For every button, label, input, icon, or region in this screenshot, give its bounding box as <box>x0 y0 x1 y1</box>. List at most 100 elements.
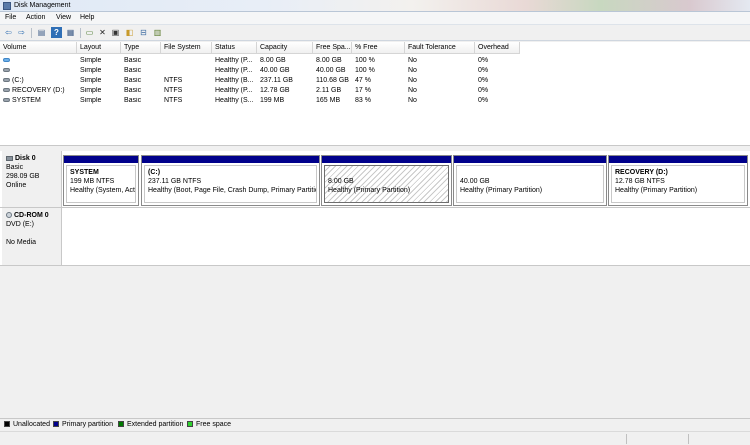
status-cell: Healthy (P... <box>215 87 253 94</box>
layout-cell: Simple <box>80 97 102 104</box>
free-space-cell: 110.68 GB <box>316 77 349 84</box>
menu-action[interactable]: Action <box>26 14 45 21</box>
partition-status: Healthy (Primary Partition) <box>460 187 543 194</box>
fault-tolerance-cell: No <box>408 77 417 84</box>
percent-free-cell: 47 % <box>355 77 371 84</box>
partition-body: 8.00 GB Healthy (Primary Partition) <box>324 165 449 203</box>
column-header-type[interactable]: Type <box>121 42 161 54</box>
volume-name-cell: RECOVERY (D:) <box>3 87 77 94</box>
partition-status: Healthy (Primary Partition) <box>615 187 698 194</box>
rescan-disks-icon[interactable]: ▥ <box>152 27 163 38</box>
new-document-icon[interactable]: ▭ <box>84 27 95 38</box>
partition-size: 40.00 GB <box>460 178 490 185</box>
partition-name: (C:) <box>148 169 161 176</box>
volume-name-cell: (C:) <box>3 77 77 84</box>
status-cell: Healthy (P... <box>215 67 253 74</box>
partition-size: 199 MB NTFS <box>70 178 115 185</box>
refresh-console-icon[interactable]: ▦ <box>65 27 76 38</box>
partition-body: (C:) 237.11 GB NTFS Healthy (Boot, Page … <box>144 165 317 203</box>
partition-name <box>328 168 445 177</box>
column-header-capacity[interactable]: Capacity <box>257 42 313 54</box>
volume-name-cell <box>3 57 77 64</box>
status-divider <box>626 434 627 444</box>
disk-0-label[interactable]: Disk 0 Basic 298.09 GB Online <box>2 151 62 207</box>
partition-c-drive[interactable]: (C:) 237.11 GB NTFS Healthy (Boot, Page … <box>141 155 320 206</box>
menu-bar: File Action View Help <box>0 12 750 25</box>
partition-status: Healthy (Boot, Page File, Crash Dump, Pr… <box>148 187 317 194</box>
column-header-fault-tolerance[interactable]: Fault Tolerance <box>405 42 475 54</box>
primary-partition-bar <box>454 156 606 163</box>
volume-name-cell <box>3 67 77 74</box>
open-folder-icon[interactable]: ◧ <box>124 27 135 38</box>
disk-0-name: Disk 0 <box>6 154 57 163</box>
column-header-free-space[interactable]: Free Spa... <box>313 42 352 54</box>
help-icon[interactable]: ? <box>51 27 62 38</box>
cd-drive-icon <box>6 212 12 219</box>
column-header-overhead[interactable]: Overhead <box>475 42 520 54</box>
partition-name: RECOVERY (D:) <box>615 169 668 176</box>
primary-partition-bar <box>609 156 747 163</box>
type-cell: Basic <box>124 87 142 94</box>
fault-tolerance-cell: No <box>408 67 417 74</box>
search-icon[interactable]: ⊟ <box>138 27 149 38</box>
window-title: Disk Management <box>14 2 71 9</box>
column-header-percent-free[interactable]: % Free <box>352 42 405 54</box>
free-space-swatch <box>187 421 193 427</box>
legend-extended-partition: Extended partition <box>118 421 183 428</box>
fault-tolerance-cell: No <box>408 57 417 64</box>
partition-status: Healthy (Primary Partition) <box>328 187 411 194</box>
partition-body: RECOVERY (D:) 12.78 GB NTFS Healthy (Pri… <box>611 165 745 203</box>
column-header-status[interactable]: Status <box>212 42 257 54</box>
menu-file[interactable]: File <box>5 14 16 21</box>
table-row[interactable]: (C:) Simple Basic NTFS Healthy (B... 237… <box>0 76 520 86</box>
partition-8gb-selected[interactable]: 8.00 GB Healthy (Primary Partition) <box>321 155 452 206</box>
cdrom-0-label[interactable]: CD-ROM 0 DVD (E:) No Media <box>2 208 62 265</box>
volume-list: Volume Layout Type File System Status Ca… <box>0 42 750 146</box>
column-header-file-system[interactable]: File System <box>161 42 212 54</box>
overhead-cell: 0% <box>478 77 489 84</box>
table-row[interactable]: SYSTEM Simple Basic NTFS Healthy (S... 1… <box>0 96 520 106</box>
properties-icon[interactable]: ▤ <box>36 27 47 38</box>
toolbar: ⇦ ⇨ ▤ ? ▦ ▭ ✕ ▣ ◧ ⊟ ▥ <box>0 25 750 41</box>
free-space-cell: 40.00 GB <box>316 67 346 74</box>
menu-help[interactable]: Help <box>80 14 94 21</box>
cdrom-0-state: No Media <box>6 239 36 246</box>
percent-free-cell: 17 % <box>355 87 371 94</box>
disk-layout-pane: Disk 0 Basic 298.09 GB Online SYSTEM 199… <box>0 150 750 412</box>
column-header-volume[interactable]: Volume <box>0 42 77 54</box>
forward-icon[interactable]: ⇨ <box>16 27 27 38</box>
legend: Unallocated Primary partition Extended p… <box>0 418 750 431</box>
partition-body: 40.00 GB Healthy (Primary Partition) <box>456 165 604 203</box>
table-row[interactable]: RECOVERY (D:) Simple Basic NTFS Healthy … <box>0 86 520 96</box>
disk-0-size: 298.09 GB <box>6 173 40 180</box>
toolbar-separator <box>31 28 32 38</box>
delete-icon[interactable]: ✕ <box>97 27 108 38</box>
layout-cell: Simple <box>80 87 102 94</box>
column-header-layout[interactable]: Layout <box>77 42 121 54</box>
menu-view[interactable]: View <box>56 14 71 21</box>
table-row[interactable]: Simple Basic Healthy (P... 40.00 GB 40.0… <box>0 66 520 76</box>
capacity-cell: 237.11 GB <box>260 77 293 84</box>
partition-recovery[interactable]: RECOVERY (D:) 12.78 GB NTFS Healthy (Pri… <box>608 155 748 206</box>
type-cell: Basic <box>124 97 142 104</box>
primary-partition-bar <box>142 156 319 163</box>
hard-disk-icon <box>6 155 13 161</box>
file-system-cell: NTFS <box>164 77 183 84</box>
cdrom-0-drive: DVD (E:) <box>6 221 34 228</box>
partition-40gb[interactable]: 40.00 GB Healthy (Primary Partition) <box>453 155 607 206</box>
type-cell: Basic <box>124 77 142 84</box>
partition-status: Healthy (System, Active, Primary Partiti… <box>70 187 135 194</box>
percent-free-cell: 100 % <box>355 57 375 64</box>
disk-0-row: Disk 0 Basic 298.09 GB Online SYSTEM 199… <box>0 151 750 208</box>
overhead-cell: 0% <box>478 67 489 74</box>
table-row[interactable]: Simple Basic Healthy (P... 8.00 GB 8.00 … <box>0 56 520 66</box>
file-system-cell: NTFS <box>164 87 183 94</box>
percent-free-cell: 83 % <box>355 97 371 104</box>
partition-system[interactable]: SYSTEM 199 MB NTFS Healthy (System, Acti… <box>63 155 139 206</box>
disk-0-type: Basic <box>6 164 24 171</box>
layout-cell: Simple <box>80 77 102 84</box>
drive-icon <box>3 88 10 93</box>
format-icon[interactable]: ▣ <box>110 27 121 38</box>
back-icon[interactable]: ⇦ <box>3 27 14 38</box>
title-bar: Disk Management <box>0 0 750 12</box>
